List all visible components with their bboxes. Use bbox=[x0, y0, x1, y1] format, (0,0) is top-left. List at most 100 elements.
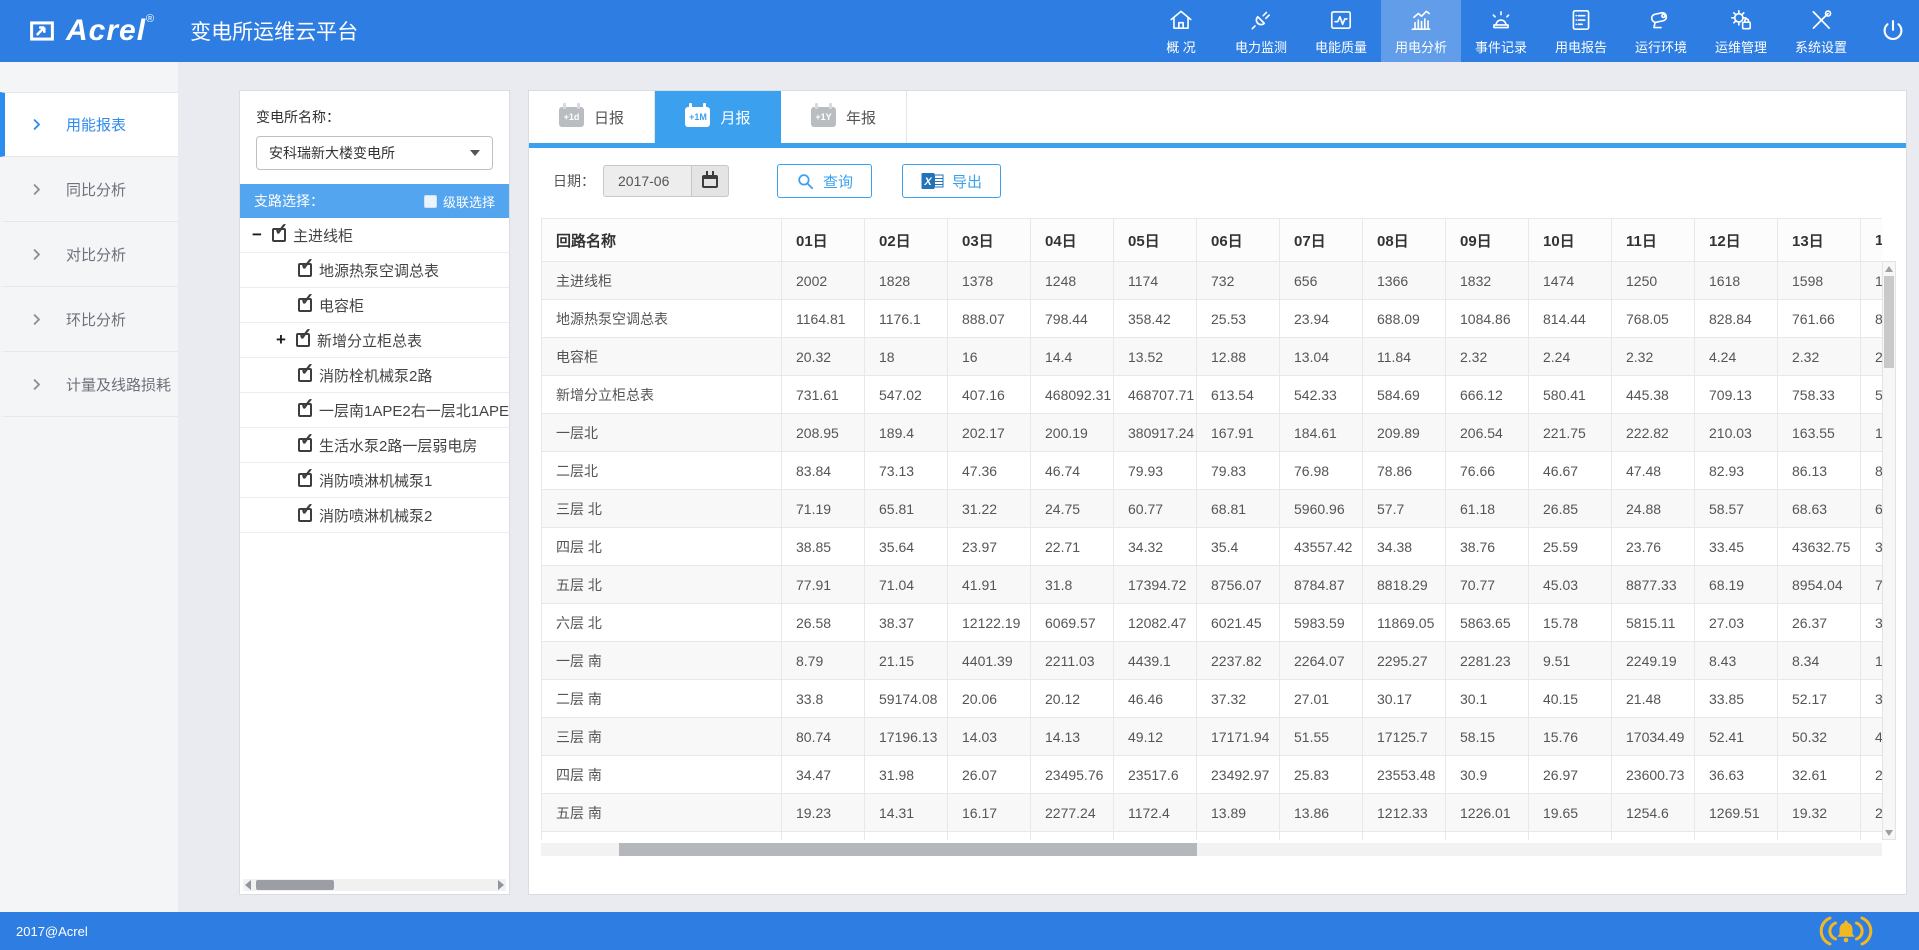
notification-bell-icon[interactable] bbox=[1819, 914, 1873, 948]
column-header: 04日 bbox=[1031, 219, 1114, 262]
tree-item[interactable]: 一层南1APE2右一层北1APE1左 bbox=[240, 393, 509, 428]
value-cell: 1254.6 bbox=[1612, 794, 1695, 832]
value-cell: 202.17 bbox=[948, 414, 1031, 452]
tree-item[interactable]: 电容柜 bbox=[240, 288, 509, 323]
sidebar-item-comparison-analysis[interactable]: 对比分析 bbox=[0, 222, 178, 287]
table-viewport: 回路名称01日02日03日04日05日06日07日08日09日10日11日12日… bbox=[541, 218, 1882, 840]
collapse-icon[interactable]: − bbox=[252, 225, 272, 245]
scroll-down-arrow-icon[interactable] bbox=[1883, 826, 1895, 839]
tree-item[interactable]: −主进线柜 bbox=[240, 218, 509, 253]
sidebar-item-label: 计量及线路损耗 bbox=[66, 374, 171, 395]
nav-item-overview[interactable]: 概 况 bbox=[1141, 0, 1221, 62]
power-button[interactable] bbox=[1879, 0, 1907, 62]
nav-item-ops-management[interactable]: 运维管理 bbox=[1701, 0, 1781, 62]
tree-item-label: 一层南1APE2右一层北1APE1左 bbox=[319, 400, 509, 421]
value-cell: 11.84 bbox=[1363, 338, 1446, 376]
checkbox-checked-icon[interactable] bbox=[272, 228, 286, 242]
value-cell: 23600.73 bbox=[1612, 756, 1695, 794]
nav-item-energy-analysis[interactable]: 用电分析 bbox=[1381, 0, 1461, 62]
value-cell: 68.81 bbox=[1197, 490, 1280, 528]
export-button[interactable]: X 导出 bbox=[902, 164, 1001, 198]
query-button[interactable]: 查询 bbox=[777, 164, 872, 198]
checkbox-unchecked-icon bbox=[424, 195, 437, 208]
expand-icon[interactable]: + bbox=[276, 330, 296, 350]
value-cell: 38.76 bbox=[1446, 528, 1529, 566]
value-cell: 61.18 bbox=[1446, 490, 1529, 528]
value-cell: 43632.75 bbox=[1778, 528, 1861, 566]
value-cell: 2277.24 bbox=[1031, 794, 1114, 832]
checkbox-checked-icon[interactable] bbox=[298, 298, 312, 312]
value-cell: 6069.57 bbox=[1031, 604, 1114, 642]
value-cell: 163.55 bbox=[1778, 414, 1861, 452]
value-cell: 12.88 bbox=[1197, 338, 1280, 376]
value-cell: 33.85 bbox=[1695, 680, 1778, 718]
tree-item[interactable]: +新增分立柜总表 bbox=[240, 323, 509, 358]
checkbox-checked-icon[interactable] bbox=[296, 333, 310, 347]
value-cell-clipped: 8 bbox=[1861, 300, 1883, 338]
tree-item[interactable]: 消防栓机械泵2路 bbox=[240, 358, 509, 393]
nav-item-energy-report[interactable]: 用电报告 bbox=[1541, 0, 1621, 62]
nav-item-environment[interactable]: 运行环境 bbox=[1621, 0, 1701, 62]
report-tabs: +1d日报+1M月报+1Y年报 bbox=[529, 91, 1906, 148]
tree-item[interactable]: 地源热泵空调总表 bbox=[240, 253, 509, 288]
scroll-left-arrow-icon[interactable] bbox=[245, 880, 251, 890]
sidebar-item-yoy-analysis[interactable]: 同比分析 bbox=[0, 157, 178, 222]
value-cell: 8.43 bbox=[1695, 642, 1778, 680]
checkbox-checked-icon[interactable] bbox=[298, 473, 312, 487]
checkbox-checked-icon[interactable] bbox=[298, 508, 312, 522]
value-cell: 40.15 bbox=[1529, 680, 1612, 718]
scrollbar-thumb[interactable] bbox=[619, 843, 1197, 856]
checkbox-checked-icon[interactable] bbox=[298, 403, 312, 417]
calendar-badge: +1M bbox=[689, 112, 707, 122]
value-cell: 209.89 bbox=[1363, 414, 1446, 452]
value-cell-clipped: 2 bbox=[1861, 794, 1883, 832]
value-cell: 888.07 bbox=[948, 300, 1031, 338]
column-header: 02日 bbox=[865, 219, 948, 262]
value-cell: 47.36 bbox=[948, 452, 1031, 490]
calendar-button[interactable] bbox=[691, 165, 729, 197]
checkbox-checked-icon[interactable] bbox=[298, 368, 312, 382]
value-cell: 13.04 bbox=[1280, 338, 1363, 376]
tab-daily[interactable]: +1d日报 bbox=[529, 91, 655, 143]
value-cell: 12122.19 bbox=[948, 604, 1031, 642]
tree-item[interactable]: 生活水泵2路一层弱电房 bbox=[240, 428, 509, 463]
scrollbar-thumb[interactable] bbox=[256, 880, 334, 890]
column-header: 08日 bbox=[1363, 219, 1446, 262]
cascade-checkbox[interactable]: 级联选择 bbox=[424, 192, 495, 211]
value-cell: 1832 bbox=[1446, 262, 1529, 300]
value-cell: 71.04 bbox=[865, 566, 948, 604]
top-nav: 概 况电力监测电能质量用电分析事件记录用电报告运行环境运维管理系统设置 bbox=[1141, 0, 1861, 62]
station-select[interactable]: 安科瑞新大楼变电所 bbox=[256, 136, 493, 170]
checkbox-checked-icon[interactable] bbox=[298, 263, 312, 277]
checkbox-checked-icon[interactable] bbox=[298, 438, 312, 452]
sidebar-item-metering-line-loss[interactable]: 计量及线路损耗 bbox=[0, 352, 178, 417]
sidebar-item-mom-analysis[interactable]: 环比分析 bbox=[0, 287, 178, 352]
value-cell: 11869.05 bbox=[1363, 604, 1446, 642]
value-cell: 76.98 bbox=[1280, 452, 1363, 490]
tab-yearly[interactable]: +1Y年报 bbox=[781, 91, 907, 143]
value-cell: 19.23 bbox=[782, 794, 865, 832]
value-cell-clipped: 1 bbox=[1861, 262, 1883, 300]
scrollbar-thumb[interactable] bbox=[1884, 276, 1894, 368]
nav-item-power-monitoring[interactable]: 电力监测 bbox=[1221, 0, 1301, 62]
date-input[interactable]: 2017-06 bbox=[603, 165, 691, 197]
value-cell: 613.54 bbox=[1197, 376, 1280, 414]
value-cell: 31.8 bbox=[1031, 566, 1114, 604]
scroll-up-arrow-icon[interactable] bbox=[1883, 262, 1895, 275]
tree-item[interactable]: 消防喷淋机械泵2 bbox=[240, 498, 509, 533]
value-cell: 38.37 bbox=[865, 604, 948, 642]
value-cell: 23495.76 bbox=[1031, 756, 1114, 794]
panel-horizontal-scrollbar[interactable] bbox=[243, 879, 506, 891]
table-horizontal-scrollbar[interactable] bbox=[541, 843, 1882, 856]
scroll-right-arrow-icon[interactable] bbox=[498, 880, 504, 890]
tab-monthly[interactable]: +1M月报 bbox=[655, 91, 781, 143]
nav-item-system-settings[interactable]: 系统设置 bbox=[1781, 0, 1861, 62]
sidebar-item-energy-report[interactable]: 用能报表 bbox=[0, 92, 178, 157]
tree-item[interactable]: 消防喷淋机械泵1 bbox=[240, 463, 509, 498]
table-vertical-scrollbar[interactable] bbox=[1882, 261, 1896, 840]
value-cell: 46.46 bbox=[1114, 680, 1197, 718]
nav-item-event-log[interactable]: 事件记录 bbox=[1461, 0, 1541, 62]
nav-item-power-quality[interactable]: 电能质量 bbox=[1301, 0, 1381, 62]
value-cell: 8877.33 bbox=[1612, 566, 1695, 604]
value-cell: 26.97 bbox=[1529, 756, 1612, 794]
